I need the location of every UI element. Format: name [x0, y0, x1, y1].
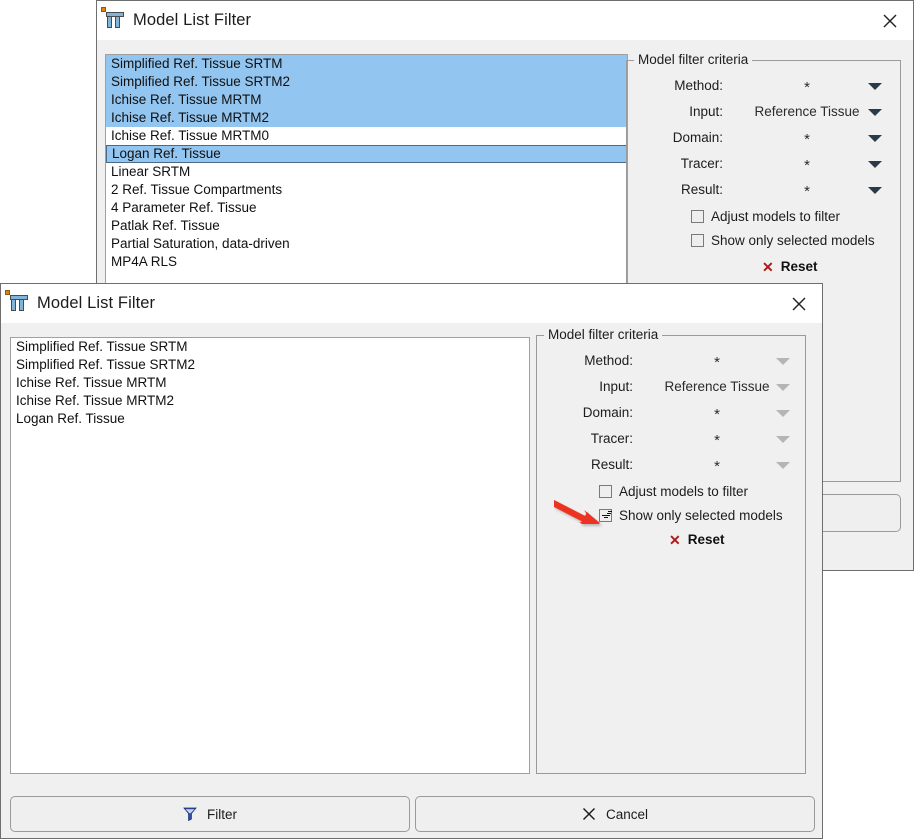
list-item[interactable]: 4 Parameter Ref. Tissue: [106, 199, 627, 217]
list-item[interactable]: Logan Ref. Tissue: [11, 410, 529, 428]
front-field-domain[interactable]: Domain: *: [537, 402, 805, 424]
funnel-icon: [183, 807, 197, 821]
field-value: *: [714, 406, 720, 423]
checkbox-label: Adjust models to filter: [711, 208, 841, 224]
front-reset-button[interactable]: ✕ Reset: [669, 532, 725, 547]
back-field-result[interactable]: Result: *: [627, 179, 900, 201]
list-item[interactable]: Simplified Ref. Tissue SRTM2: [11, 356, 529, 374]
filter-button[interactable]: Filter: [10, 796, 410, 832]
chevron-down-icon[interactable]: [776, 384, 790, 391]
field-label: Domain:: [672, 130, 723, 145]
back-window-titlebar: Model List Filter: [97, 1, 913, 40]
list-item[interactable]: Linear SRTM: [106, 163, 627, 181]
front-field-method[interactable]: Method: *: [537, 350, 805, 372]
cancel-button[interactable]: Cancel: [415, 796, 815, 832]
field-value: *: [714, 458, 720, 475]
filter-button-label: Filter: [207, 806, 237, 822]
checkbox-label: Adjust models to filter: [619, 483, 749, 499]
front-model-list[interactable]: Simplified Ref. Tissue SRTM Simplified R…: [10, 337, 530, 774]
back-adjust-models-to-filter-checkbox[interactable]: Adjust models to filter: [691, 207, 840, 225]
chevron-down-icon[interactable]: [868, 135, 882, 142]
reset-label: Reset: [780, 259, 818, 274]
field-label: Input:: [599, 379, 633, 394]
back-field-domain[interactable]: Domain: *: [627, 127, 900, 149]
reset-label: Reset: [687, 532, 725, 547]
close-icon[interactable]: [867, 1, 913, 40]
front-window-title: Model List Filter: [37, 294, 156, 312]
field-value: *: [714, 432, 720, 449]
field-label: Result:: [590, 457, 633, 472]
chevron-down-icon[interactable]: [868, 109, 882, 116]
list-item[interactable]: Partial Saturation, data-driven: [106, 235, 627, 253]
back-field-method[interactable]: Method: *: [627, 75, 900, 97]
field-value: Reference Tissue: [664, 379, 770, 394]
back-show-only-selected-models-checkbox[interactable]: Show only selected models: [691, 231, 875, 249]
field-value: *: [804, 183, 810, 200]
checkbox-label: Show only selected models: [619, 507, 783, 523]
back-group-legend: Model filter criteria: [634, 52, 753, 67]
chevron-down-icon[interactable]: [868, 161, 882, 168]
app-pi-icon: [101, 6, 124, 30]
front-field-tracer[interactable]: Tracer: *: [537, 428, 805, 450]
checkbox-box[interactable]: [691, 209, 704, 223]
checkbox-box[interactable]: [599, 484, 612, 498]
field-value: *: [714, 354, 720, 371]
list-item[interactable]: Ichise Ref. Tissue MRTM: [106, 91, 627, 109]
list-item[interactable]: Logan Ref. Tissue: [106, 145, 627, 163]
app-pi-icon: [5, 289, 28, 313]
cancel-button-label: Cancel: [605, 806, 649, 822]
field-label: Tracer:: [590, 431, 633, 446]
field-value: *: [804, 79, 810, 96]
field-label: Tracer:: [680, 156, 723, 171]
front-model-filter-criteria-group: Model filter criteria Method: * Input: R…: [536, 327, 806, 774]
front-adjust-models-to-filter-checkbox[interactable]: Adjust models to filter: [599, 482, 748, 500]
back-window-title: Model List Filter: [133, 11, 252, 29]
x-icon: [582, 807, 596, 821]
close-icon[interactable]: [776, 284, 822, 323]
chevron-down-icon[interactable]: [776, 358, 790, 365]
field-value: Reference Tissue: [754, 104, 860, 119]
screen: Model List Filter Simplified Ref. Tissue…: [0, 0, 914, 839]
list-item[interactable]: Ichise Ref. Tissue MRTM0: [106, 127, 627, 145]
front-window-model-list-filter: Model List Filter Simplified Ref. Tissue…: [0, 283, 823, 839]
front-field-result[interactable]: Result: *: [537, 454, 805, 476]
field-label: Method:: [584, 353, 633, 368]
list-item[interactable]: Simplified Ref. Tissue SRTM: [11, 338, 529, 356]
chevron-down-icon[interactable]: [868, 187, 882, 194]
list-item[interactable]: Simplified Ref. Tissue SRTM2: [106, 73, 627, 91]
checkbox-box[interactable]: [599, 508, 612, 522]
front-window-titlebar: Model List Filter: [1, 284, 822, 323]
list-item[interactable]: MP4A RLS: [106, 253, 627, 271]
field-label: Method:: [674, 78, 723, 93]
list-item[interactable]: Ichise Ref. Tissue MRTM: [11, 374, 529, 392]
checkbox-box[interactable]: [691, 233, 704, 247]
front-field-input[interactable]: Input: Reference Tissue: [537, 376, 805, 398]
field-label: Result:: [680, 182, 723, 197]
field-value: *: [804, 157, 810, 174]
chevron-down-icon[interactable]: [776, 462, 790, 469]
chevron-down-icon[interactable]: [776, 436, 790, 443]
checkbox-label: Show only selected models: [711, 232, 875, 248]
front-group-legend: Model filter criteria: [544, 327, 663, 342]
front-show-only-selected-models-checkbox[interactable]: Show only selected models: [599, 506, 783, 524]
x-icon: ✕: [669, 531, 681, 548]
chevron-down-icon[interactable]: [868, 83, 882, 90]
field-value: *: [804, 131, 810, 148]
list-item[interactable]: Patlak Ref. Tissue: [106, 217, 627, 235]
x-icon: ✕: [762, 258, 774, 275]
back-model-list[interactable]: Simplified Ref. Tissue SRTM Simplified R…: [105, 54, 628, 294]
field-label: Domain:: [582, 405, 633, 420]
list-item[interactable]: Simplified Ref. Tissue SRTM: [106, 55, 627, 73]
back-field-input[interactable]: Input: Reference Tissue: [627, 101, 900, 123]
back-field-tracer[interactable]: Tracer: *: [627, 153, 900, 175]
field-label: Input:: [689, 104, 723, 119]
list-item[interactable]: Ichise Ref. Tissue MRTM2: [106, 109, 627, 127]
list-item[interactable]: 2 Ref. Tissue Compartments: [106, 181, 627, 199]
back-reset-button[interactable]: ✕ Reset: [762, 259, 818, 274]
chevron-down-icon[interactable]: [776, 410, 790, 417]
list-item[interactable]: Ichise Ref. Tissue MRTM2: [11, 392, 529, 410]
